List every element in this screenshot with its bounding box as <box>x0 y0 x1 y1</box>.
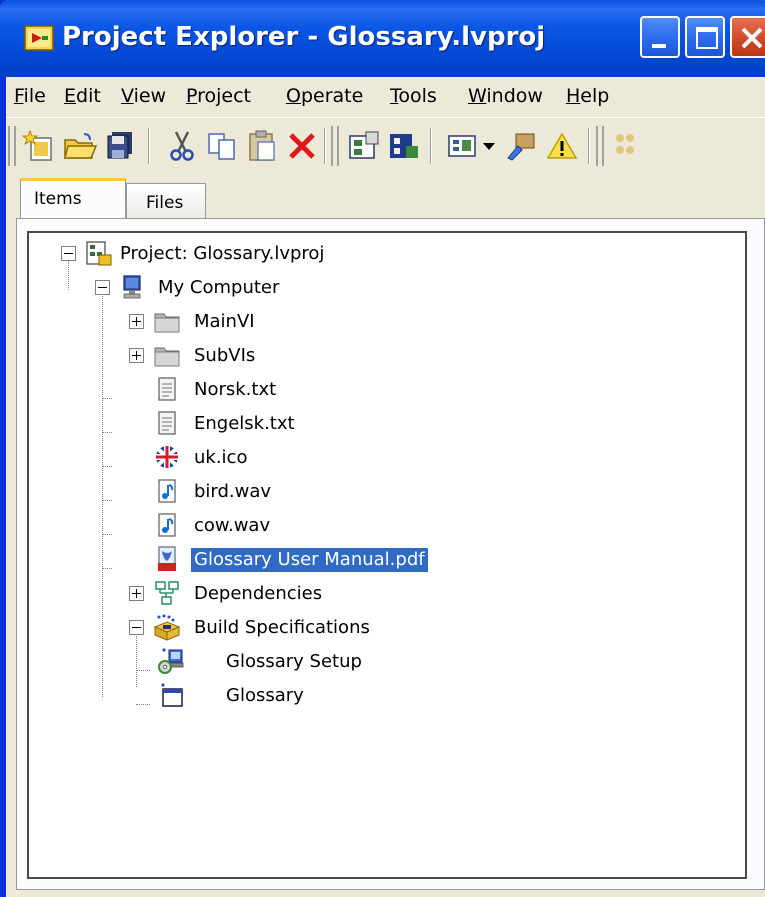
project-properties-icon[interactable] <box>346 128 382 164</box>
menu-operate[interactable]: Operate <box>286 85 363 107</box>
expand-toggle[interactable] <box>129 314 144 329</box>
installer-icon <box>158 648 184 674</box>
labview-app-icon <box>24 25 54 51</box>
dropdown-arrow-icon[interactable] <box>479 128 499 164</box>
tree-item-mainvi[interactable]: MainVI <box>29 307 729 337</box>
tree-item-label: Project: Glossary.lvproj <box>120 243 325 264</box>
menu-file[interactable]: File <box>14 85 46 107</box>
menu-tools[interactable]: Tools <box>390 85 437 107</box>
tree-item-engelsk-txt[interactable]: Engelsk.txt <box>29 409 729 439</box>
menu-window[interactable]: Window <box>468 85 543 107</box>
tree-item-uk-ico[interactable]: uk.ico <box>29 443 729 473</box>
dependencies-icon <box>155 581 179 605</box>
computer-icon <box>123 275 141 299</box>
tree-item-subvis[interactable]: SubVIs <box>29 341 729 371</box>
tree-item-project[interactable]: Project: Glossary.lvproj <box>29 239 729 269</box>
toolbar-grip[interactable] <box>596 126 604 166</box>
tree-item-glossary[interactable]: Glossary <box>29 681 729 711</box>
application-icon <box>161 683 183 707</box>
folder-icon <box>154 313 180 333</box>
tab-items[interactable]: Items <box>20 178 126 221</box>
uk-flag-icon <box>156 446 178 468</box>
project-explorer-window: Project Explorer - Glossary.lvproj File … <box>0 0 765 897</box>
close-button[interactable] <box>730 16 765 58</box>
tree-item-build-specifications[interactable]: Build Specifications <box>29 613 729 643</box>
tab-files[interactable]: Files <box>126 183 206 219</box>
tree-item-label: Engelsk.txt <box>194 413 295 434</box>
build-specifications-icon <box>153 614 181 641</box>
tree-item-label: uk.ico <box>194 447 248 468</box>
menu-bar: File Edit View Project Operate Tools Win… <box>6 77 765 117</box>
pdf-file-icon <box>158 546 176 571</box>
toolbar <box>6 117 765 173</box>
tree-item-glossary-setup[interactable]: Glossary Setup <box>29 647 729 677</box>
cut-icon[interactable] <box>164 128 200 164</box>
paste-icon[interactable] <box>244 128 280 164</box>
folder-icon <box>154 347 180 367</box>
window-title: Project Explorer - Glossary.lvproj <box>62 22 546 52</box>
toolbar-grip[interactable] <box>8 126 16 166</box>
toolbar-separator <box>430 128 432 164</box>
tree-item-label: SubVIs <box>194 345 256 366</box>
minimize-icon <box>652 44 666 48</box>
copy-icon[interactable] <box>204 128 240 164</box>
tree-item-dependencies[interactable]: Dependencies <box>29 579 729 609</box>
maximize-icon <box>696 27 718 49</box>
vi-properties-icon[interactable] <box>386 128 422 164</box>
project-tree[interactable]: Project: Glossary.lvproj My Computer Mai… <box>27 231 747 879</box>
delete-icon[interactable] <box>284 128 320 164</box>
tools-icon[interactable] <box>504 128 540 164</box>
text-file-icon <box>158 411 176 435</box>
tree-item-my-computer[interactable]: My Computer <box>29 273 729 303</box>
menu-view[interactable]: View <box>121 85 166 107</box>
warning-icon[interactable] <box>544 128 580 164</box>
maximize-button[interactable] <box>685 16 725 58</box>
menu-project[interactable]: Project <box>186 85 251 107</box>
tree-item-label: Glossary <box>226 685 304 706</box>
tree-item-label: cow.wav <box>194 515 271 536</box>
close-icon <box>741 27 763 49</box>
tree-item-label: bird.wav <box>194 481 272 502</box>
tab-panel: Project: Glossary.lvproj My Computer Mai… <box>16 218 765 890</box>
menu-edit[interactable]: Edit <box>64 85 101 107</box>
expand-toggle[interactable] <box>129 348 144 363</box>
tree-item-glossary-user-manual-pdf[interactable]: Glossary User Manual.pdf <box>29 545 729 575</box>
collapse-toggle[interactable] <box>95 280 110 295</box>
expand-toggle[interactable] <box>129 586 144 601</box>
tree-item-label: Build Specifications <box>194 617 370 638</box>
new-icon[interactable] <box>22 128 58 164</box>
build-icon[interactable] <box>610 128 646 164</box>
tree-item-label: Norsk.txt <box>194 379 277 400</box>
audio-file-icon <box>158 479 176 503</box>
tree-item-label: Glossary User Manual.pdf <box>191 548 428 572</box>
open-icon[interactable] <box>62 128 98 164</box>
toolbar-separator <box>148 128 150 164</box>
tree-item-cow-wav[interactable]: cow.wav <box>29 511 729 541</box>
minimize-button[interactable] <box>640 16 680 58</box>
toolbar-separator <box>324 128 326 164</box>
view-tabs: Files Items <box>6 173 765 221</box>
tree-item-label: MainVI <box>194 311 255 332</box>
toolbar-separator <box>588 128 590 164</box>
tree-item-label: My Computer <box>158 277 280 298</box>
title-bar[interactable]: Project Explorer - Glossary.lvproj <box>0 0 765 77</box>
tree-item-label: Glossary Setup <box>226 651 362 672</box>
text-file-icon <box>158 377 176 401</box>
collapse-toggle[interactable] <box>61 246 76 261</box>
project-icon <box>86 241 112 266</box>
tree-item-norsk-txt[interactable]: Norsk.txt <box>29 375 729 405</box>
toolbar-grip[interactable] <box>331 126 339 166</box>
tree-item-label: Dependencies <box>194 583 323 604</box>
tree-item-bird-wav[interactable]: bird.wav <box>29 477 729 507</box>
audio-file-icon <box>158 513 176 537</box>
save-all-icon[interactable] <box>102 128 138 164</box>
collapse-toggle[interactable] <box>129 620 144 635</box>
menu-help[interactable]: Help <box>566 85 609 107</box>
view-icon[interactable] <box>446 128 482 164</box>
